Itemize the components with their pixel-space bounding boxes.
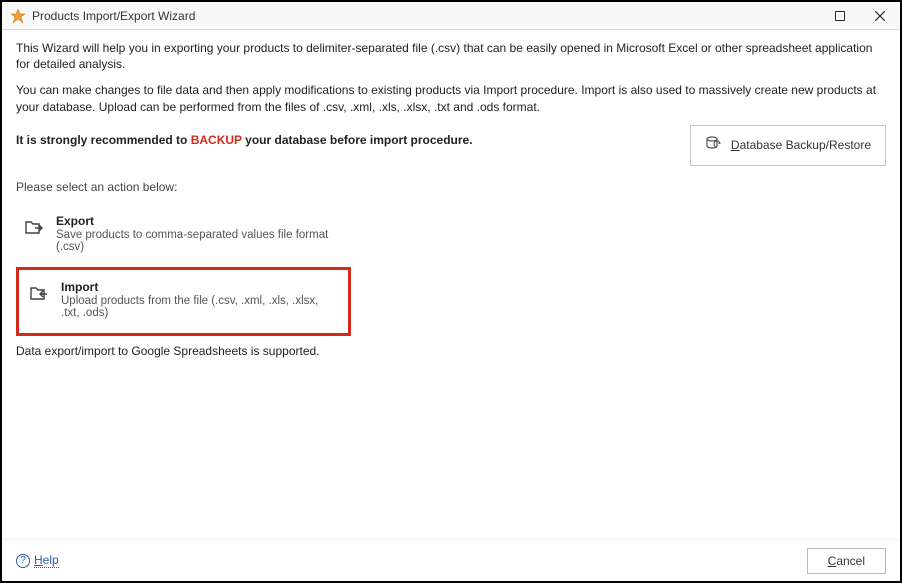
export-title: Export (56, 214, 338, 228)
wizard-content: This Wizard will help you in exporting y… (2, 30, 900, 539)
import-option[interactable]: Import Upload products from the file (.c… (16, 267, 351, 336)
app-icon (10, 8, 26, 24)
recommend-suffix: your database before import procedure. (242, 133, 473, 147)
database-icon (705, 136, 723, 155)
database-backup-restore-button[interactable]: Database Backup/Restore (690, 125, 886, 166)
window-title: Products Import/Export Wizard (32, 9, 195, 23)
import-description: Upload products from the file (.csv, .xm… (61, 295, 338, 319)
backup-recommendation: It is strongly recommended to BACKUP you… (16, 125, 473, 147)
recommend-prefix: It is strongly recommended to (16, 133, 191, 147)
maximize-button[interactable] (826, 6, 854, 26)
export-description: Save products to comma-separated values … (56, 229, 338, 253)
titlebar: Products Import/Export Wizard (2, 2, 900, 30)
import-title: Import (61, 280, 338, 294)
google-spreadsheets-note: Data export/import to Google Spreadsheet… (16, 344, 886, 358)
export-icon (24, 216, 44, 236)
window-controls (826, 6, 894, 26)
intro-paragraph-2: You can make changes to file data and th… (16, 82, 886, 114)
help-label: Help (34, 553, 59, 568)
intro-paragraph-1: This Wizard will help you in exporting y… (16, 40, 886, 72)
import-icon (29, 282, 49, 302)
backup-word: BACKUP (191, 133, 242, 147)
close-button[interactable] (866, 6, 894, 26)
backup-button-label: Database Backup/Restore (731, 138, 871, 152)
help-link[interactable]: ? Help (16, 553, 59, 568)
export-texts: Export Save products to comma-separated … (56, 214, 338, 253)
footer: ? Help Cancel (2, 539, 900, 581)
export-option[interactable]: Export Save products to comma-separated … (16, 206, 346, 261)
select-action-label: Please select an action below: (16, 180, 886, 194)
import-texts: Import Upload products from the file (.c… (61, 280, 338, 319)
cancel-button[interactable]: Cancel (807, 548, 886, 574)
help-icon: ? (16, 554, 30, 568)
recommend-row: It is strongly recommended to BACKUP you… (16, 125, 886, 166)
